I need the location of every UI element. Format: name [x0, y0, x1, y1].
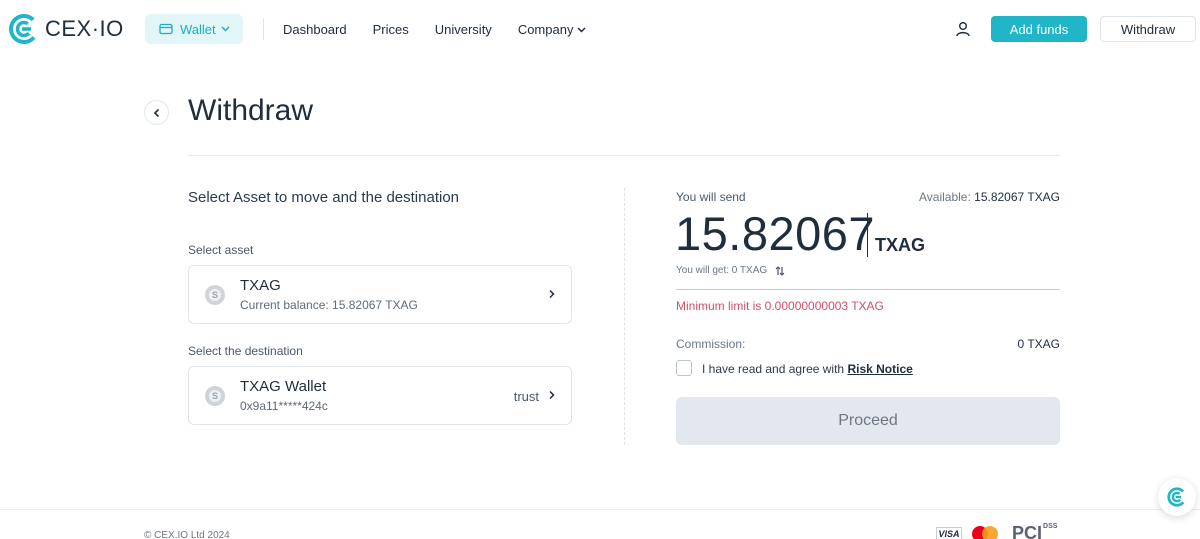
wallet-icon [159, 23, 173, 35]
amount-input[interactable]: 15.82067 [675, 206, 875, 261]
chevron-down-icon [221, 26, 230, 32]
chat-support-button[interactable] [1158, 478, 1196, 516]
amount-unit: TXAG [875, 235, 926, 255]
destination-selector[interactable]: S TXAG Wallet 0x9a11*****424c trust [188, 366, 572, 425]
page-title: Withdraw [188, 94, 314, 127]
logo-text: CEX·IO [45, 16, 124, 41]
cex-logo[interactable]: CEX·IO [8, 13, 124, 45]
amount-underline [676, 289, 1060, 290]
pci-dss-text: DSS [1043, 523, 1058, 530]
add-funds-button[interactable]: Add funds [991, 16, 1087, 42]
pci-dss-logo: PCIDSS [1012, 523, 1057, 539]
destination-address: 0x9a11*****424c [240, 399, 328, 413]
panel-divider [624, 188, 625, 445]
commission-value: 0 TXAG [1017, 337, 1060, 351]
risk-notice-link[interactable]: Risk Notice [847, 362, 912, 376]
destination-tag: trust [513, 389, 539, 404]
copyright: © CEX.IO Ltd 2024 [144, 530, 230, 539]
available-label: Available: [918, 190, 971, 204]
text-caret [867, 213, 868, 257]
footer-divider [0, 509, 1200, 510]
asset-selector[interactable]: S TXAG Current balance: 15.82067 TXAG [188, 265, 572, 324]
asset-balance: Current balance: 15.82067 TXAG [240, 298, 418, 312]
agree-text: I have read and agree with Risk Notice [702, 362, 913, 376]
nav-item-company[interactable]: Company [518, 22, 587, 37]
available-value: 15.82067 TXAG [974, 190, 1060, 204]
cex-chat-icon [1167, 487, 1187, 507]
will-get-text: You will get: 0 TXAG [676, 265, 768, 276]
commission-label: Commission: [676, 337, 746, 351]
main-nav: Dashboard Prices University Company [283, 22, 612, 37]
asset-name: TXAG [240, 277, 281, 294]
payment-logos: VISA PCIDSS [936, 523, 1057, 539]
nav-divider [263, 18, 264, 40]
nav-item-prices[interactable]: Prices [373, 22, 409, 37]
chevron-right-icon [549, 390, 555, 400]
wallet-coin-icon: S [205, 386, 225, 406]
agree-label: I have read and agree with [702, 362, 845, 376]
txag-coin-icon: S [205, 285, 225, 305]
chevron-left-icon [153, 108, 159, 117]
top-header: CEX·IO Wallet Dashboard Prices Universit… [0, 0, 1200, 58]
risk-notice-checkbox[interactable] [676, 360, 692, 376]
nav-item-dashboard[interactable]: Dashboard [283, 22, 347, 37]
nav-item-university[interactable]: University [435, 22, 492, 37]
available-balance: Available: 15.82067 TXAG [919, 190, 1060, 204]
title-divider [188, 155, 1060, 156]
wallet-label: Wallet [180, 21, 216, 37]
withdraw-header-button[interactable]: Withdraw [1100, 16, 1196, 42]
user-icon[interactable] [955, 21, 971, 37]
nav-item-company-label: Company [517, 22, 574, 37]
wallet-dropdown[interactable]: Wallet [145, 14, 243, 44]
pci-text: PCI [1012, 523, 1043, 539]
swap-icon[interactable] [775, 265, 785, 276]
will-get-info: You will get: 0 TXAG [676, 265, 785, 276]
chevron-down-icon [577, 26, 586, 33]
select-destination-label: Select the destination [188, 344, 303, 358]
destination-name: TXAG Wallet [240, 378, 327, 395]
cex-logo-icon [9, 14, 39, 44]
select-asset-label: Select asset [188, 243, 254, 257]
left-panel-heading: Select Asset to move and the destination [188, 189, 460, 206]
back-button[interactable] [144, 100, 169, 125]
chevron-right-icon [549, 289, 555, 299]
send-label: You will send [676, 190, 746, 204]
minimum-limit-error: Minimum limit is 0.00000000003 TXAG [676, 299, 884, 313]
visa-logo: VISA [936, 526, 962, 539]
mastercard-icon [972, 525, 1000, 539]
proceed-button[interactable]: Proceed [676, 397, 1060, 445]
